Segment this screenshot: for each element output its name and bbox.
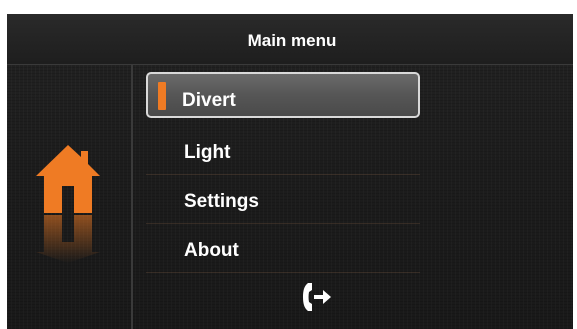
menu-item-label: Settings [184, 191, 259, 212]
menu-item-settings[interactable]: Settings [146, 178, 420, 224]
main-menu: Divert Light Settings About [134, 65, 573, 329]
vertical-divider [131, 65, 133, 329]
menu-item-label: Light [184, 142, 231, 163]
selection-indicator [158, 82, 166, 110]
header: Main menu [7, 14, 573, 65]
page-title: Main menu [247, 31, 337, 50]
screen: Main menu Divert Light Settings About [7, 14, 573, 329]
home-icon[interactable] [30, 143, 106, 263]
menu-item-divert[interactable]: Divert [146, 72, 420, 118]
menu-item-label: Divert [182, 90, 236, 111]
exit-icon[interactable] [300, 280, 334, 314]
menu-item-light[interactable]: Light [146, 129, 420, 175]
menu-item-about[interactable]: About [146, 227, 420, 273]
menu-item-label: About [184, 240, 239, 261]
